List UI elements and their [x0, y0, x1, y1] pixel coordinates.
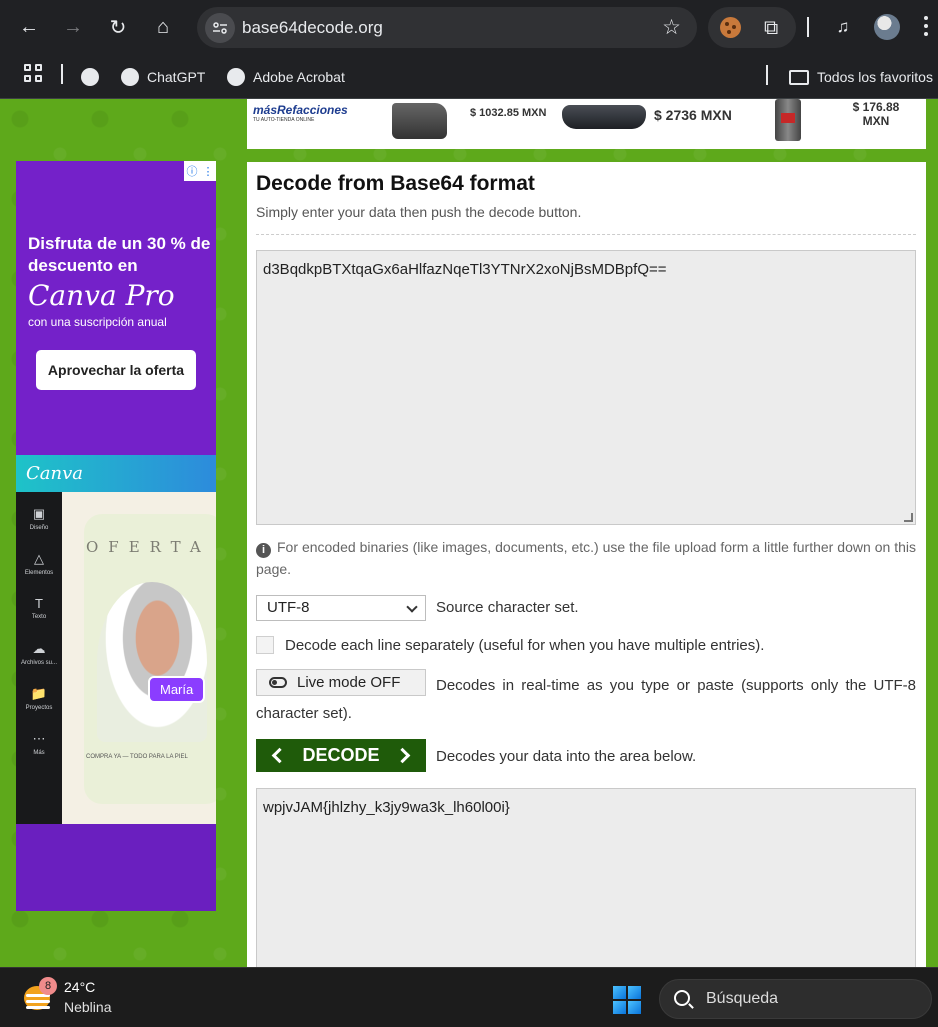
menu-kebab-icon[interactable] [924, 16, 928, 38]
all-bookmarks[interactable]: Todos los favoritos [789, 65, 933, 89]
decode-button[interactable]: DECODE [256, 739, 426, 772]
output-value: wpjvJAM{jhlzhy_k3jy9wa3k_lh60l00i} [263, 799, 510, 816]
price-3: $ 176.88 MXN [852, 100, 900, 128]
apps-grid-icon[interactable] [24, 64, 42, 82]
ad-buy-text: COMPRA YA — TODO PARA LA PIEL [86, 754, 188, 760]
ad-product: Canva Pro [28, 279, 175, 312]
live-mode-label: Live mode OFF [297, 674, 401, 691]
bookmark-label: Adobe Acrobat [253, 69, 345, 85]
globe-icon [81, 68, 99, 86]
price-1: $ 1032.85 MXN [470, 107, 547, 119]
banner-ad[interactable]: másRefacciones TU AUTO-TIENDA ONLINE $ 10… [247, 99, 926, 149]
browser-toolbar: ← → ↻ ⌂ base64decode.org ☆ ⧉ ♫ [0, 0, 938, 55]
output-textarea[interactable]: wpjvJAM{jhlzhy_k3jy9wa3k_lh60l00i} [256, 788, 916, 967]
charset-label: Source character set. [436, 599, 579, 616]
charset-value: UTF-8 [267, 599, 310, 616]
charset-select[interactable]: UTF-8 [256, 595, 426, 621]
site-settings-icon[interactable] [205, 13, 235, 43]
input-textarea[interactable]: d3BqdkpBTXtqaGx6aHlfazNqeTl3YTNrX2xoNjBs… [256, 250, 916, 525]
toolbar-divider [807, 17, 809, 37]
home-icon[interactable]: ⌂ [148, 12, 178, 42]
info-text: For encoded binaries (like images, docum… [256, 539, 916, 577]
engine-mount-image [382, 99, 464, 143]
bookmark-adobe-acrobat[interactable]: Adobe Acrobat [227, 65, 345, 89]
ad-subline: con una suscripción anual [28, 315, 167, 329]
projects-icon: 📁 Proyectos [25, 686, 53, 711]
decode-label: DECODE [302, 745, 380, 765]
cookie-extension-icon[interactable] [720, 17, 741, 38]
reload-icon[interactable]: ↻ [103, 12, 133, 42]
decode-lines-checkbox[interactable] [256, 636, 274, 654]
page-title: Decode from Base64 format [256, 172, 535, 195]
folder-icon [789, 69, 809, 85]
decode-description: Decodes your data into the area below. [436, 748, 697, 765]
extensions-puzzle-icon[interactable]: ⧉ [764, 17, 778, 40]
search-icon [674, 990, 690, 1006]
canva-logo: Canva [26, 463, 83, 484]
ad-choices-badge[interactable]: ⓘ ⋮ [184, 161, 216, 181]
upload-icon: ☁ Archivos su... [20, 641, 57, 666]
ad-editor-canvas: OFERTA María COMPRA YA — TODO PARA LA PI… [62, 492, 216, 824]
bumper-image [562, 105, 646, 129]
search-placeholder: Búsqueda [706, 990, 779, 1007]
address-bar[interactable]: base64decode.org ☆ [197, 7, 697, 48]
input-value: d3BqdkpBTXtqaGx6aHlfazNqeTl3YTNrX2xoNjBs… [263, 261, 667, 278]
bookmarks-bar: ChatGPT Adobe Acrobat Todos los favorito… [0, 55, 938, 99]
decoder-panel: Decode from Base64 format Simply enter y… [247, 162, 926, 967]
back-icon[interactable]: ← [14, 12, 44, 42]
globe-icon [227, 68, 245, 86]
info-note: i For encoded binaries (like images, docu… [256, 536, 916, 580]
ad-oferta-text: OFERTA [86, 538, 211, 556]
resize-handle[interactable] [904, 513, 913, 522]
bookmark-label: ChatGPT [147, 69, 206, 85]
bookmark-globe[interactable] [81, 65, 99, 89]
text-icon: T Texto [31, 596, 47, 620]
ad-headline: Disfruta de un 30 % de descuento en [28, 234, 211, 275]
chevron-right-icon [394, 747, 411, 764]
weather-condition[interactable]: Neblina [64, 999, 111, 1015]
notification-badge: 8 [39, 977, 57, 995]
page-right-edge [926, 99, 938, 967]
decode-lines-label[interactable]: Decode each line separately (useful for … [285, 637, 764, 654]
more-icon: ⋯ Más [32, 731, 46, 756]
bookmarks-divider [766, 65, 768, 85]
weather-temperature[interactable]: 24°C [64, 979, 95, 995]
media-control-icon[interactable]: ♫ [828, 12, 858, 42]
taskbar: 8 24°C Neblina Búsqueda [0, 967, 938, 1027]
info-icon: i [256, 543, 271, 558]
bookmark-star-icon[interactable]: ☆ [662, 15, 681, 40]
forward-icon[interactable]: → [58, 12, 88, 42]
ad-editor-sidebar: ▣ Diseño △ Elementos T Texto ☁ Archivos su..… [16, 492, 62, 824]
oil-can-image [775, 99, 801, 141]
ad-brand-strip: Canva [16, 455, 216, 492]
ad-model-photo [97, 582, 207, 742]
toggle-icon [269, 677, 287, 688]
profile-avatar[interactable] [874, 14, 900, 40]
divider [256, 234, 916, 235]
ad-footer [16, 824, 216, 911]
info-icon: ⓘ [186, 166, 198, 178]
chevron-left-icon [271, 747, 288, 764]
elements-icon: △ Elementos [24, 551, 54, 576]
taskbar-search[interactable]: Búsqueda [659, 979, 932, 1019]
chatgpt-icon [121, 68, 139, 86]
ad-name-tag: María [148, 676, 206, 703]
url-text[interactable]: base64decode.org [242, 18, 383, 38]
ad-cta-button[interactable]: Aprovechar la oferta [36, 350, 196, 390]
ad-menu-icon: ⋮ [202, 165, 214, 178]
price-2: $ 2736 MXN [654, 107, 732, 123]
design-icon: ▣ Diseño [29, 506, 49, 531]
extensions-area: ⧉ [708, 7, 796, 48]
bookmarks-divider [61, 64, 63, 84]
web-page: másRefacciones TU AUTO-TIENDA ONLINE $ 10… [0, 99, 938, 967]
bookmark-chatgpt[interactable]: ChatGPT [121, 65, 205, 89]
canva-ad[interactable]: ⓘ ⋮ Disfruta de un 30 % de descuento en C… [16, 161, 216, 911]
live-mode-toggle[interactable]: Live mode OFF [256, 669, 426, 696]
windows-start-icon[interactable] [613, 986, 641, 1014]
page-subtitle: Simply enter your data then push the dec… [256, 204, 582, 220]
banner-brand: másRefacciones TU AUTO-TIENDA ONLINE [253, 103, 348, 123]
all-bookmarks-label: Todos los favoritos [817, 69, 933, 85]
